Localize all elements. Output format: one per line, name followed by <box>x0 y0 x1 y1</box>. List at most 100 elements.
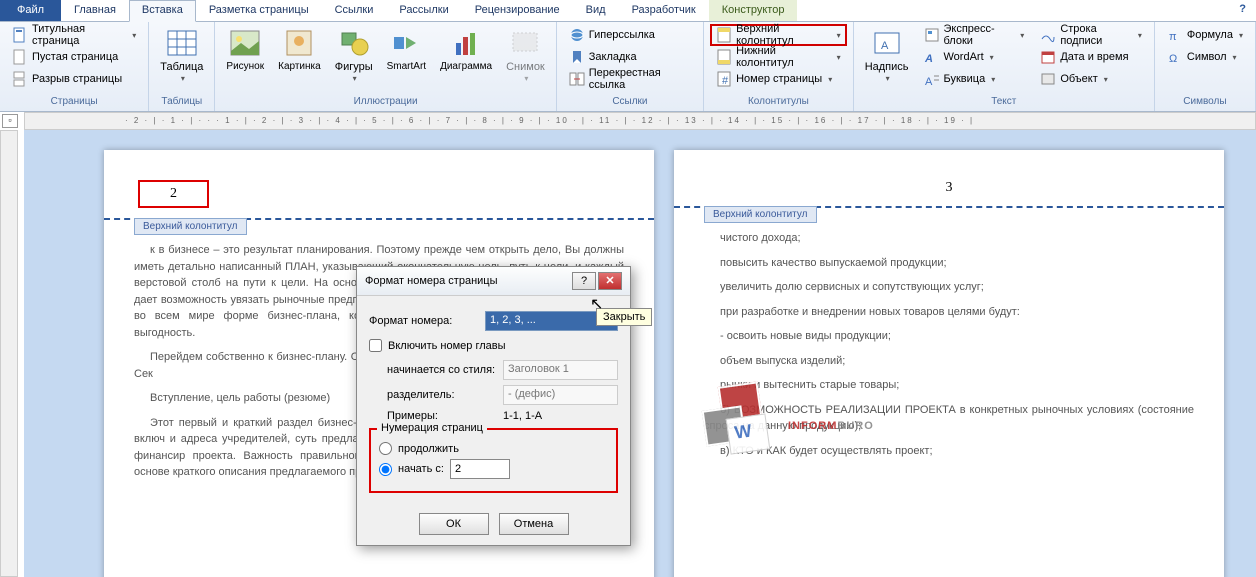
svg-text:A: A <box>881 40 889 52</box>
svg-text:#: # <box>722 75 729 87</box>
svg-text:A: A <box>925 76 933 87</box>
screenshot-label: Снимок <box>506 61 545 73</box>
footer-button[interactable]: Нижний колонтитул▾ <box>710 46 847 68</box>
cover-page-button[interactable]: Титульная страница▾ <box>6 24 142 46</box>
tab-bar: Файл Главная Вставка Разметка страницы С… <box>0 0 1256 22</box>
tab-mailings[interactable]: Рассылки <box>386 0 461 21</box>
p2-4: при разработке и внедрении новых товаров… <box>704 304 1194 321</box>
examples-label: Примеры: <box>387 410 497 422</box>
start-at-radio[interactable] <box>379 463 392 476</box>
symbol-label: Символ <box>1187 51 1227 63</box>
p2-1: чистого дохода; <box>704 230 1194 247</box>
dialog-title: Формат номера страницы <box>365 275 498 287</box>
tab-designer[interactable]: Конструктор <box>709 0 798 21</box>
include-chapter-label: Включить номер главы <box>388 340 506 352</box>
watermark-text1: INFORM <box>788 420 837 432</box>
datetime-button[interactable]: Дата и время <box>1034 46 1148 68</box>
tab-review[interactable]: Рецензирование <box>462 0 573 21</box>
shapes-button[interactable]: Фигуры ▾ <box>330 24 378 87</box>
quickparts-button[interactable]: Экспресс-блоки▾ <box>918 24 1031 46</box>
equation-button[interactable]: πФормула▾ <box>1161 24 1249 46</box>
start-at-label: начать с: <box>398 463 444 475</box>
svg-text:Ω: Ω <box>1169 53 1177 65</box>
page-break-label: Разрыв страницы <box>32 73 122 85</box>
table-button[interactable]: Таблица▾ <box>155 24 208 87</box>
svg-text:π: π <box>1169 31 1177 43</box>
include-chapter-checkbox[interactable] <box>369 339 382 352</box>
separator-select: - (дефис) <box>503 385 618 405</box>
bookmark-label: Закладка <box>589 51 637 63</box>
ok-button[interactable]: ОК <box>419 513 489 535</box>
wordart-button[interactable]: AWordArt▾ <box>918 46 1031 68</box>
dropcap-icon: A <box>924 71 940 87</box>
picture-label: Рисунок <box>226 61 264 72</box>
chart-icon <box>450 27 482 59</box>
chart-button[interactable]: Диаграмма <box>435 24 497 75</box>
dialog-close-button[interactable]: ✕ <box>598 272 622 290</box>
tab-insert[interactable]: Вставка <box>129 0 196 22</box>
object-button[interactable]: Объект▾ <box>1034 68 1148 90</box>
hyperlink-button[interactable]: Гиперссылка <box>563 24 697 46</box>
dialog-help-button[interactable]: ? <box>572 272 596 290</box>
tab-view[interactable]: Вид <box>573 0 619 21</box>
page-number-field[interactable]: 2 <box>138 180 209 208</box>
separator-label: разделитель: <box>387 389 497 401</box>
dialog-titlebar[interactable]: Формат номера страницы ? ✕ <box>357 267 630 296</box>
sigline-button[interactable]: Строка подписи▾ <box>1034 24 1148 46</box>
starts-style-select: Заголовок 1 <box>503 360 618 380</box>
tab-references[interactable]: Ссылки <box>322 0 387 21</box>
tab-layout[interactable]: Разметка страницы <box>196 0 322 21</box>
document-area: 2 Верхний колонтитул к в бизнесе – это р… <box>24 130 1256 577</box>
dropcap-button[interactable]: AБуквица▾ <box>918 68 1031 90</box>
starts-style-label: начинается со стиля: <box>387 364 497 376</box>
group-links-label: Ссылки <box>563 94 697 109</box>
quickparts-label: Экспресс-блоки <box>944 23 1015 47</box>
cover-page-label: Титульная страница <box>32 23 126 47</box>
equation-label: Формула <box>1187 29 1233 41</box>
tab-file[interactable]: Файл <box>0 0 61 21</box>
header-button[interactable]: Верхний колонтитул▾ <box>710 24 847 46</box>
page-number-format-dialog: Формат номера страницы ? ✕ Формат номера… <box>356 266 631 546</box>
bookmark-button[interactable]: Закладка <box>563 46 697 68</box>
vertical-ruler[interactable] <box>0 130 18 577</box>
textbox-button[interactable]: AНадпись▾ <box>860 24 914 87</box>
p2-5: - освоить новые виды продукции; <box>704 328 1194 345</box>
screenshot-button[interactable]: Снимок▾ <box>501 24 550 87</box>
p2-2: повысить качество выпускаемой продукции; <box>704 255 1194 272</box>
examples-value: 1-1, 1-A <box>503 410 542 422</box>
start-at-input[interactable] <box>450 459 510 479</box>
smartart-button[interactable]: SmartArt <box>382 24 431 75</box>
tab-developer[interactable]: Разработчик <box>619 0 709 21</box>
pagenum-label: Номер страницы <box>736 73 822 85</box>
ruler-toggle[interactable]: ▫ <box>2 114 18 128</box>
page-2[interactable]: 3 Верхний колонтитул чистого дохода; пов… <box>674 150 1224 577</box>
wordart-icon: A <box>924 49 940 65</box>
cancel-button[interactable]: Отмена <box>499 513 569 535</box>
picture-button[interactable]: Рисунок <box>221 24 269 75</box>
textbox-label: Надпись <box>865 61 909 73</box>
smartart-icon <box>390 27 422 59</box>
object-label: Объект <box>1060 73 1097 85</box>
symbol-icon: Ω <box>1167 49 1183 65</box>
tab-home[interactable]: Главная <box>61 0 129 21</box>
chart-label: Диаграмма <box>440 61 492 72</box>
blank-page-button[interactable]: Пустая страница <box>6 46 142 68</box>
crossref-button[interactable]: Перекрестная ссылка <box>563 68 697 90</box>
watermark-text2: BURO <box>837 420 873 432</box>
horizontal-ruler[interactable] <box>24 112 1256 130</box>
help-icon[interactable]: ? <box>1229 0 1256 21</box>
datetime-label: Дата и время <box>1060 51 1128 63</box>
continue-radio[interactable] <box>379 442 392 455</box>
textbox-icon: A <box>871 27 903 59</box>
svg-text:A: A <box>924 53 933 65</box>
page-break-button[interactable]: Разрыв страницы <box>6 68 142 90</box>
header-icon <box>716 27 732 43</box>
clipart-button[interactable]: Картинка <box>273 24 326 75</box>
symbol-button[interactable]: ΩСимвол▾ <box>1161 46 1249 68</box>
group-illustrations-label: Иллюстрации <box>221 94 549 109</box>
continue-label: продолжить <box>398 443 459 455</box>
pagenum-button[interactable]: #Номер страницы▾ <box>710 68 847 90</box>
shapes-icon <box>338 27 370 59</box>
p2-6: объем выпуска изделий; <box>704 353 1194 370</box>
ribbon: Титульная страница▾ Пустая страница Разр… <box>0 22 1256 112</box>
